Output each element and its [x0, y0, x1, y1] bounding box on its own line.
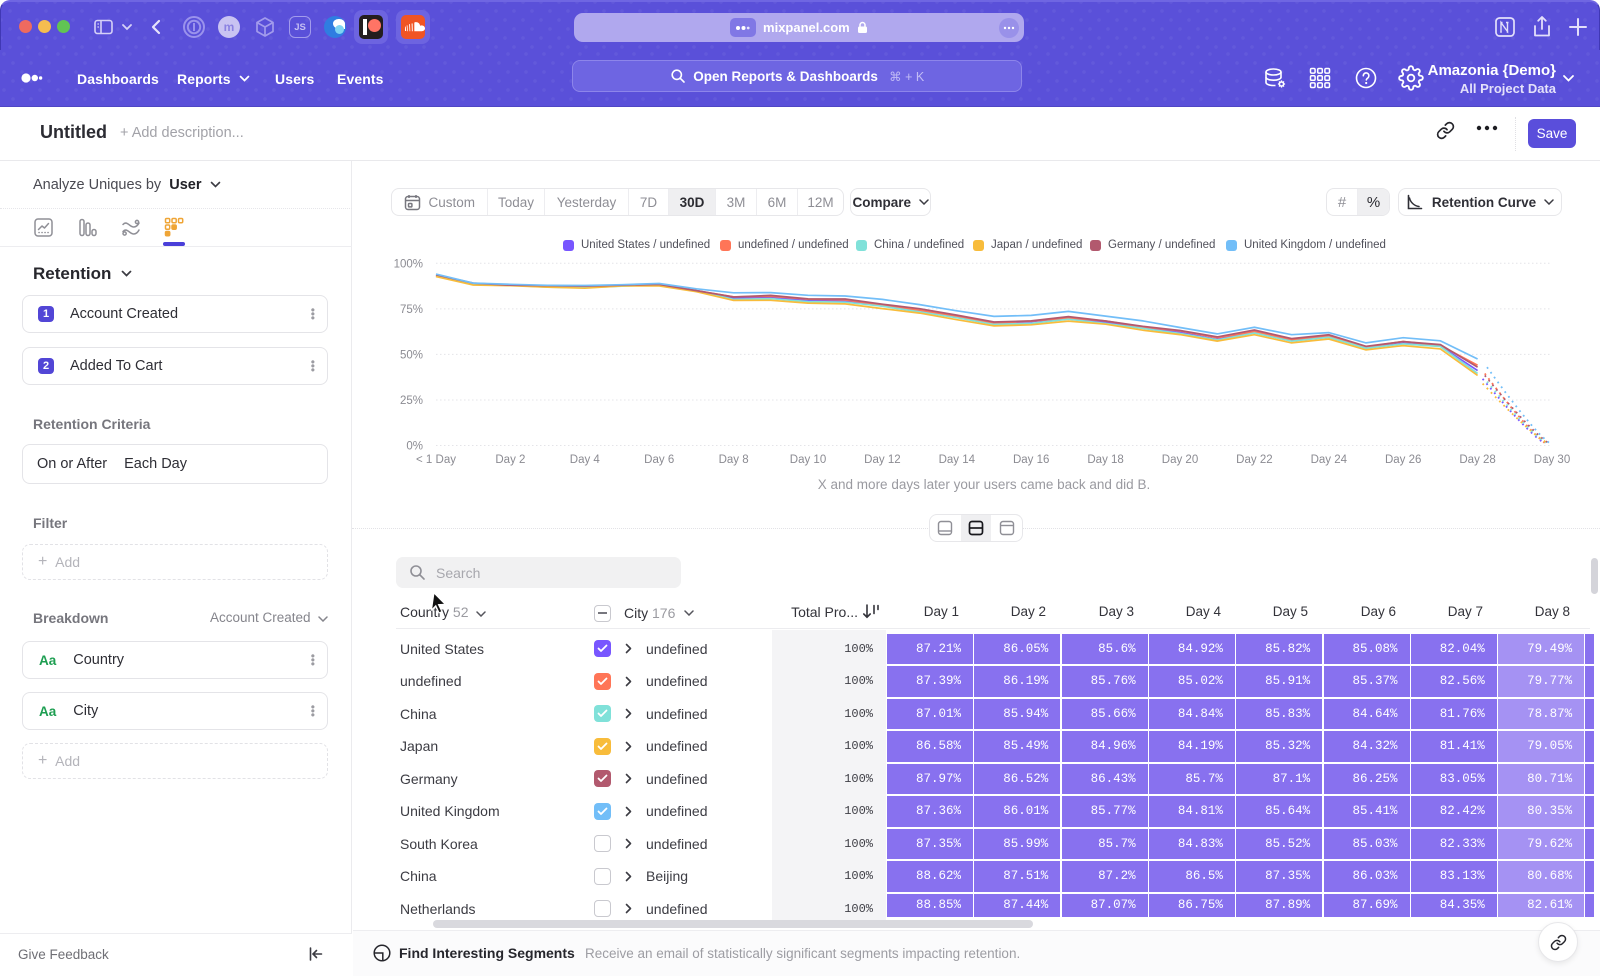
svg-text:Day 6: Day 6: [644, 454, 674, 466]
svg-text:Day 24: Day 24: [1311, 454, 1348, 466]
svg-text:Day 28: Day 28: [1459, 454, 1495, 466]
svg-text:< 1 Day: < 1 Day: [416, 454, 456, 466]
svg-text:Day 10: Day 10: [790, 454, 826, 466]
svg-text:25%: 25%: [400, 395, 423, 407]
svg-text:75%: 75%: [400, 304, 423, 316]
svg-text:Day 8: Day 8: [719, 454, 749, 466]
svg-text:Day 16: Day 16: [1013, 454, 1049, 466]
svg-text:Day 30: Day 30: [1534, 454, 1570, 466]
svg-text:Day 12: Day 12: [864, 454, 900, 466]
svg-text:Day 20: Day 20: [1162, 454, 1198, 466]
svg-text:Day 22: Day 22: [1236, 454, 1272, 466]
svg-text:Day 4: Day 4: [570, 454, 601, 466]
svg-text:Day 14: Day 14: [939, 454, 976, 466]
svg-text:50%: 50%: [400, 349, 423, 361]
svg-text:Day 18: Day 18: [1087, 454, 1123, 466]
svg-text:0%: 0%: [406, 441, 423, 453]
svg-text:Day 26: Day 26: [1385, 454, 1421, 466]
svg-text:X and more days later your use: X and more days later your users came ba…: [818, 477, 1150, 492]
svg-text:100%: 100%: [394, 258, 423, 270]
svg-text:Day 2: Day 2: [495, 454, 525, 466]
